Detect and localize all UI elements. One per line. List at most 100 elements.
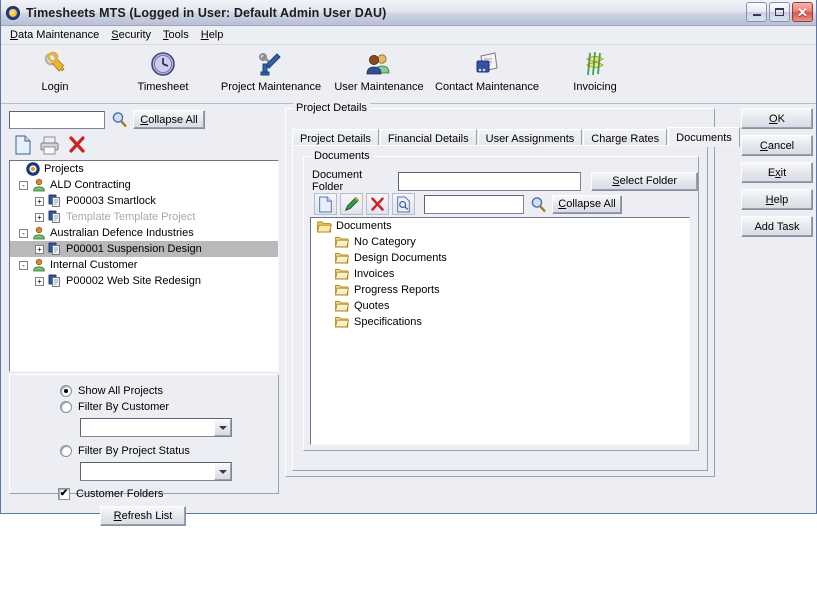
document-folder-input[interactable] bbox=[398, 171, 582, 191]
tree-expander-icon[interactable]: - bbox=[19, 180, 28, 190]
radio-show-all-projects[interactable]: Show All Projects bbox=[60, 383, 278, 399]
project-tree-row[interactable]: + P00002 Web Site Redesign bbox=[10, 273, 278, 289]
red-x-icon bbox=[68, 136, 85, 153]
projects-tree[interactable]: Projects - ALD Contracting + P00003 Smartloc… bbox=[9, 160, 279, 372]
clock-icon bbox=[149, 49, 177, 79]
document-tree-label: Progress Reports bbox=[354, 284, 440, 296]
customer-filter-combo[interactable] bbox=[80, 418, 232, 437]
select-folder-button[interactable]: Select Folder bbox=[591, 171, 698, 191]
app-target-icon bbox=[5, 5, 21, 21]
tree-expander-icon[interactable]: + bbox=[35, 244, 44, 254]
collapse-all-documents-button[interactable]: Collapse All bbox=[552, 194, 622, 214]
toolbar-label-login: Login bbox=[41, 81, 69, 93]
cancel-button[interactable]: Cancel bbox=[741, 135, 813, 156]
project-search-row: Collapse All bbox=[9, 110, 205, 129]
project-tree-label: P00001 Suspension Design bbox=[66, 243, 202, 255]
radio-indicator-filter-customer bbox=[60, 401, 72, 413]
minimize-icon bbox=[752, 14, 761, 16]
projects-panel: Collapse All Projects - ALD Contracting … bbox=[7, 108, 279, 602]
radio-filter-by-customer[interactable]: Filter By Customer bbox=[60, 399, 278, 415]
project-details-group-label: Project Details bbox=[293, 102, 370, 114]
new-document-icon bbox=[14, 135, 31, 155]
action-button-column: OK Cancel Ex it Help Add Task bbox=[741, 108, 813, 237]
open-folder-icon bbox=[315, 220, 333, 233]
radio-indicator-filter-status bbox=[60, 445, 72, 457]
tab-documents[interactable]: Documents bbox=[668, 127, 740, 147]
toolbar-button-timesheet[interactable]: Timesheet bbox=[109, 49, 217, 93]
preview-document-button[interactable] bbox=[392, 193, 415, 215]
label-filter-by-customer: Filter By Customer bbox=[78, 401, 170, 413]
radio-filter-by-project-status[interactable]: Filter By Project Status bbox=[60, 443, 278, 459]
menu-data-maintenance[interactable]: Data Maintenance bbox=[6, 28, 107, 42]
toolbar-label-user-maintenance: User Maintenance bbox=[334, 81, 424, 93]
help-button[interactable]: Help bbox=[741, 189, 813, 210]
document-tree-row[interactable]: Invoices bbox=[311, 266, 689, 282]
edit-document-button[interactable] bbox=[340, 193, 363, 215]
tree-expander-icon[interactable]: - bbox=[19, 228, 28, 238]
add-task-button[interactable]: Add Task bbox=[741, 216, 813, 237]
tree-expander-icon[interactable]: + bbox=[35, 276, 44, 286]
status-filter-combo[interactable] bbox=[80, 462, 232, 481]
money-icon bbox=[581, 49, 609, 79]
maximize-button[interactable] bbox=[769, 2, 790, 22]
project-tree-row[interactable]: + Template Template Project bbox=[10, 209, 278, 225]
tree-expander-icon[interactable]: + bbox=[35, 212, 44, 222]
checkbox-customer-folders[interactable]: ✔ Customer Folders bbox=[58, 486, 278, 502]
toolbar-button-login[interactable]: Login bbox=[1, 49, 109, 93]
delete-document-button[interactable] bbox=[366, 193, 389, 215]
toolbar-button-project-maintenance[interactable]: Project Maintenance bbox=[217, 49, 325, 93]
chevron-down-icon[interactable] bbox=[214, 419, 231, 436]
magnifier-icon[interactable] bbox=[109, 111, 129, 128]
project-icon bbox=[47, 210, 63, 224]
main-toolbar: Login Timesheet Project Maintenance User… bbox=[1, 45, 816, 104]
refresh-list-button[interactable]: Refresh List bbox=[100, 506, 186, 526]
document-tree-label: Documents bbox=[336, 220, 392, 232]
project-tree-row[interactable]: + P00001 Suspension Design bbox=[10, 241, 278, 257]
new-project-button[interactable] bbox=[11, 134, 34, 156]
project-tree-row[interactable]: + P00003 Smartlock bbox=[10, 193, 278, 209]
document-search-input[interactable] bbox=[424, 194, 524, 214]
project-tree-row[interactable]: - Australian Defence Industries bbox=[10, 225, 278, 241]
print-project-button[interactable] bbox=[38, 134, 61, 156]
exit-button[interactable]: Ex it bbox=[741, 162, 813, 183]
document-tree-row[interactable]: Design Documents bbox=[311, 250, 689, 266]
documents-group-label: Documents bbox=[311, 150, 373, 162]
document-tree-label: Specifications bbox=[354, 316, 422, 328]
customer-icon bbox=[31, 226, 47, 240]
project-tree-row[interactable]: - ALD Contracting bbox=[10, 177, 278, 193]
toolbar-button-user-maintenance[interactable]: User Maintenance bbox=[325, 49, 433, 93]
title-bar: Timesheets MTS (Logged in User: Default … bbox=[1, 0, 816, 26]
label-customer-folders: Customer Folders bbox=[76, 488, 164, 500]
menu-tools[interactable]: Tools bbox=[159, 28, 197, 42]
ok-button[interactable]: OK bbox=[741, 108, 813, 129]
minimize-button[interactable] bbox=[746, 2, 767, 22]
toolbar-button-contact-maintenance[interactable]: Contact Maintenance bbox=[433, 49, 541, 93]
collapse-all-projects-button[interactable]: Collapse All bbox=[133, 110, 205, 129]
toolbar-label-invoicing: Invoicing bbox=[573, 81, 617, 93]
project-tree-row[interactable]: - Internal Customer bbox=[10, 257, 278, 273]
close-button[interactable]: ✕ bbox=[792, 2, 813, 22]
project-tree-row[interactable]: Projects bbox=[10, 161, 278, 177]
menu-help[interactable]: Help bbox=[197, 28, 232, 42]
tree-expander-icon[interactable]: + bbox=[35, 196, 44, 206]
documents-tree[interactable]: Documents No Category Design Documents Invo… bbox=[310, 217, 690, 445]
new-document-button[interactable] bbox=[314, 193, 337, 215]
printer-icon bbox=[40, 136, 58, 155]
toolbar-button-invoicing[interactable]: Invoicing bbox=[541, 49, 649, 93]
document-tree-row[interactable]: Documents bbox=[311, 218, 689, 234]
project-search-input[interactable] bbox=[9, 110, 105, 129]
document-tree-label: Quotes bbox=[354, 300, 390, 312]
document-folder-row: Document Folder Select Folder bbox=[312, 169, 698, 193]
folder-icon bbox=[333, 236, 351, 248]
menu-security[interactable]: Security bbox=[107, 28, 159, 42]
project-tree-label: ALD Contracting bbox=[50, 179, 131, 191]
magnifier-icon[interactable] bbox=[527, 196, 549, 213]
chevron-down-icon[interactable] bbox=[214, 463, 231, 480]
document-tree-row[interactable]: No Category bbox=[311, 234, 689, 250]
check-indicator-customer-folders: ✔ bbox=[58, 488, 70, 500]
delete-project-button[interactable] bbox=[65, 134, 88, 156]
tree-expander-icon[interactable]: - bbox=[19, 260, 28, 270]
document-tree-row[interactable]: Quotes bbox=[311, 298, 689, 314]
document-tree-row[interactable]: Progress Reports bbox=[311, 282, 689, 298]
document-tree-row[interactable]: Specifications bbox=[311, 314, 689, 330]
